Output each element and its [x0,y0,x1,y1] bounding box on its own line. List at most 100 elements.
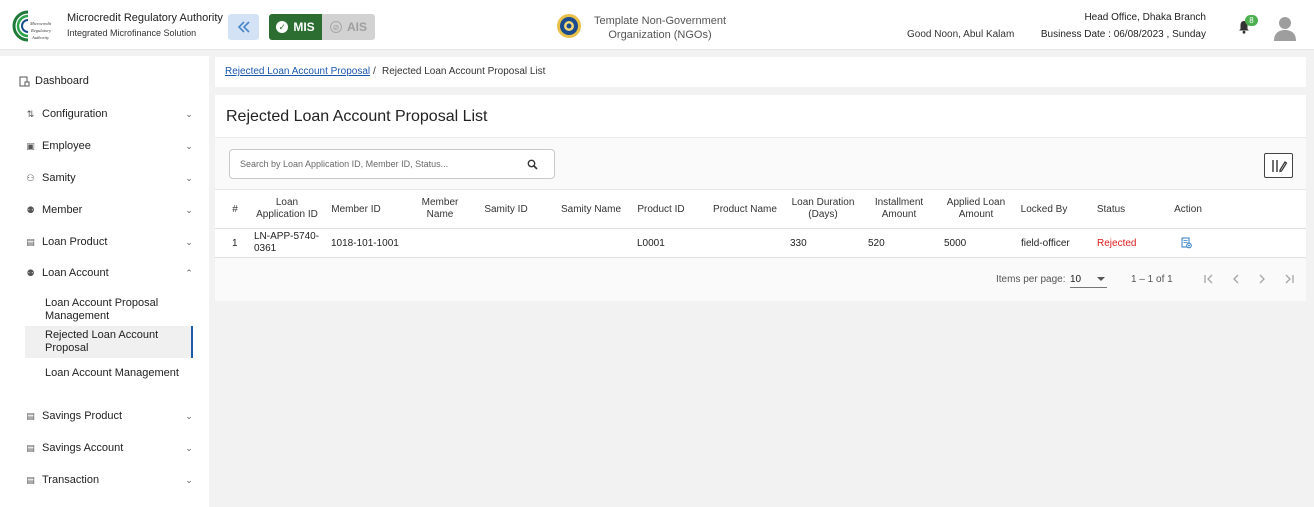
first-page-button[interactable] [1200,271,1218,287]
col-header-samity-id: Samity ID [484,204,528,215]
cell-loan-app-id: LN-APP-5740- 0361 [254,231,320,254]
col-header-loan-duration: Loan Duration (Days) [791,197,855,220]
chevron-left-icon [1233,274,1239,284]
sidebar-collapse-button[interactable] [228,14,259,40]
sidebar-item-label: Loan Account [42,267,109,279]
members-icon: ⚉ [26,204,35,215]
mis-label: MIS [293,20,315,34]
breadcrumb-current: Rejected Loan Account Proposal List [382,66,546,77]
employee-icon: ▣ [26,140,35,151]
items-per-page-label: Items per page: [996,274,1066,285]
user-avatar-icon[interactable] [1273,15,1297,41]
pagination-range: 1 – 1 of 1 [1131,274,1173,285]
document-icon: ▤ [26,474,35,485]
sidebar-item-label: Samity [42,172,76,184]
search-input[interactable] [240,157,520,171]
card-header: Rejected Loan Account Proposal List [215,95,1306,138]
sidebar: Dashboard ⇅ Configuration ⌄ ▣ Employee ⌄… [0,56,209,507]
subitem-line2: Proposal [45,342,89,354]
cell-member-id: 1018-101-1001 [331,238,399,249]
sidebar-item-configuration[interactable]: ⇅ Configuration ⌄ [0,103,209,125]
chevron-down-icon: ⌄ [185,204,193,215]
double-chevron-left-icon [237,21,250,33]
mis-mode-button[interactable]: ✓ MIS [269,14,322,40]
page-title: Rejected Loan Account Proposal List [226,108,488,125]
cell-applied-amount: 5000 [944,238,967,249]
chevron-down-icon: ⌄ [185,140,193,151]
items-per-page-select[interactable]: 10 [1070,271,1107,288]
logo-text-2: Regulatory [30,28,51,33]
sidebar-item-savings-product[interactable]: ▤ Savings Product ⌄ [0,405,209,427]
notification-badge: 8 [1245,15,1258,26]
sidebar-item-member[interactable]: ⚉ Member ⌄ [0,199,209,221]
view-details-icon[interactable] [1181,237,1192,249]
chevron-down-icon: ⌄ [185,410,193,421]
next-page-button[interactable] [1253,271,1271,287]
sidebar-item-label: Dashboard [35,75,89,87]
chevron-down-icon: ⌄ [185,236,193,247]
top-header: Microcredit Regulatory Authority Microcr… [0,0,1314,50]
ais-label: AIS [346,20,367,34]
sidebar-item-label: Configuration [42,108,108,120]
cell-loan-duration: 330 [790,238,807,249]
col-header-action: Action [1174,204,1202,215]
sidebar-item-loan-account[interactable]: ⚉ Loan Account ⌃ [0,262,209,284]
table-row[interactable]: 1 LN-APP-5740- 0361 1018-101-1001 L0001 … [215,229,1306,258]
ais-mode-button[interactable]: ⊘ AIS [322,14,375,40]
sidebar-item-samity[interactable]: ⚇ Samity ⌄ [0,167,209,189]
logo-text-3: Authority [31,35,49,40]
search-icon[interactable] [527,159,538,170]
org-name: Microcredit Regulatory Authority [67,12,223,24]
col-header-samity-name: Samity Name [560,204,621,215]
logo-text-1: Microcredit [29,21,52,26]
items-per-page-value: 10 [1070,274,1082,285]
col-header-status: Status [1096,204,1126,215]
previous-page-button[interactable] [1227,271,1245,287]
column-edit-icon [1271,159,1287,172]
sidebar-subitem-loan-account-management[interactable]: Loan Account Management [45,367,179,380]
chevron-up-icon: ⌃ [185,267,193,278]
sidebar-item-label: Employee [42,140,91,152]
members-icon: ⚉ [26,267,35,278]
col-header-locked-by: Locked By [1020,204,1068,215]
last-page-icon [1285,274,1294,284]
search-field [229,149,555,179]
column-settings-button[interactable] [1264,153,1293,178]
mra-logo: Microcredit Regulatory Authority [12,10,52,42]
mode-switch: ✓ MIS ⊘ AIS [269,14,375,40]
last-page-button[interactable] [1280,271,1298,287]
document-icon: ▤ [26,442,35,453]
business-date: Business Date : 06/08/2023 , Sunday [1040,29,1206,40]
sidebar-item-employee[interactable]: ▣ Employee ⌄ [0,135,209,157]
sidebar-item-dashboard[interactable]: Dashboard [0,70,209,92]
document-icon: ▤ [26,410,35,421]
dashboard-icon [19,76,30,86]
sidebar-item-savings-account[interactable]: ▤ Savings Account ⌄ [0,437,209,459]
ngo-name: Template Non-Government Organization (NG… [592,14,728,42]
ngo-emblem-icon [557,14,581,38]
breadcrumb-link[interactable]: Rejected Loan Account Proposal [225,66,370,77]
check-circle-icon: ✓ [276,21,289,33]
cell-index: 1 [232,238,238,249]
ngo-name-line2: Organization (NGOs) [608,29,712,41]
sidebar-item-label: Savings Account [42,442,124,454]
status-badge: Rejected [1097,238,1137,249]
col-header-index: # [232,204,238,215]
user-greeting: Good Noon, Abul Kalam [907,29,1015,40]
chevron-down-icon: ⌄ [185,172,193,183]
sidebar-subitem-loan-account-proposal-management[interactable]: Loan Account Proposal Management [45,297,158,323]
sidebar-subitem-rejected-loan-account-proposal[interactable]: Rejected Loan Account Proposal [45,329,158,355]
sidebar-item-label: Transaction [42,474,100,486]
breadcrumb: Rejected Loan Account Proposal / Rejecte… [215,57,1306,87]
subitem-line1: Loan Account Proposal [45,297,159,309]
cell-installment-amount: 520 [868,238,885,249]
chevron-down-icon: ⌄ [185,442,193,453]
sidebar-item-transaction[interactable]: ▤ Transaction ⌄ [0,469,209,491]
table-header: # Loan Application ID Member ID Member Nam… [215,189,1306,229]
document-icon: ▤ [26,236,35,247]
subitem-line2: Management [45,310,110,322]
sidebar-item-label: Loan Product [42,236,108,248]
ngo-name-line1: Template Non-Government [593,15,727,27]
chevron-right-icon [1259,274,1265,284]
sidebar-item-loan-product[interactable]: ▤ Loan Product ⌄ [0,231,209,253]
